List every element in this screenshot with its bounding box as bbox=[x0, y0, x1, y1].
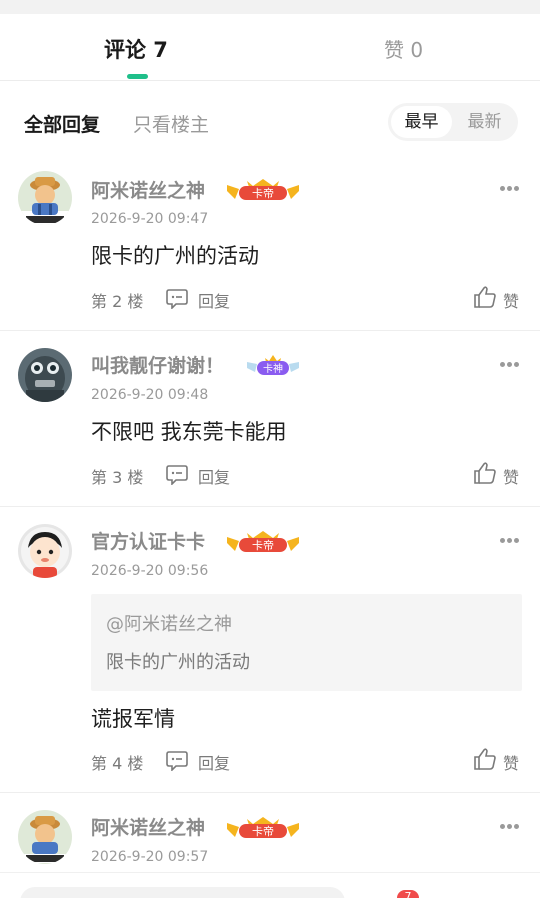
quoted-comment[interactable]: @阿米诺丝之神 限卡的广州的活动 bbox=[91, 594, 522, 691]
filter-owner-only[interactable]: 只看楼主 bbox=[133, 110, 209, 137]
reply-label: 回复 bbox=[198, 754, 231, 773]
rank-badge: 卡帝 bbox=[225, 529, 301, 555]
sort-earliest-button[interactable]: 最早 bbox=[391, 106, 452, 138]
more-options-icon[interactable] bbox=[500, 362, 520, 368]
username[interactable]: 阿米诺丝之神 bbox=[91, 813, 205, 840]
avatar[interactable] bbox=[18, 348, 72, 402]
like-label: 赞 bbox=[503, 292, 520, 311]
comment-text: 谎报军情 bbox=[91, 707, 175, 731]
svg-text:卡帝: 卡帝 bbox=[252, 186, 274, 200]
more-options-icon[interactable] bbox=[500, 824, 520, 830]
rank-badge: 卡神 bbox=[245, 352, 301, 378]
comment-item: 阿米诺丝之神 卡帝 2026-9-20 09:47 限卡的广州的活动 第 2 楼… bbox=[0, 155, 540, 331]
avatar[interactable] bbox=[18, 171, 72, 225]
filter-all-replies[interactable]: 全部回复 bbox=[24, 110, 100, 137]
thumbs-up-icon bbox=[474, 462, 496, 484]
sort-latest-button[interactable]: 最新 bbox=[454, 106, 515, 138]
svg-text:卡帝: 卡帝 bbox=[252, 538, 274, 552]
timestamp: 2026-9-20 09:48 bbox=[91, 387, 209, 403]
comment-text: 限卡的广州的活动 bbox=[91, 244, 259, 268]
timestamp: 2026-9-20 09:47 bbox=[91, 211, 209, 227]
svg-text:卡帝: 卡帝 bbox=[252, 824, 274, 838]
like-label: 赞 bbox=[503, 468, 520, 487]
comment-item: 叫我靓仔谢谢！ 卡神 2026-9-20 09:48 不限吧 我东莞卡能用 第 … bbox=[0, 331, 540, 507]
quoted-username[interactable]: @阿米诺丝之神 bbox=[106, 610, 232, 636]
floor-number: 第 3 楼 bbox=[91, 468, 144, 487]
comment-item: 阿米诺丝之神 卡帝 2026-9-20 09:57 bbox=[0, 793, 540, 873]
timestamp: 2026-9-20 09:57 bbox=[91, 849, 209, 865]
timestamp: 2026-9-20 09:56 bbox=[91, 563, 209, 579]
comment-count-badge: 7 bbox=[397, 890, 419, 898]
username[interactable]: 叫我靓仔谢谢！ bbox=[91, 351, 224, 378]
top-strip bbox=[0, 0, 540, 14]
username[interactable]: 官方认证卡卡 bbox=[91, 527, 205, 554]
more-options-icon[interactable] bbox=[500, 186, 520, 192]
avatar[interactable] bbox=[18, 524, 72, 578]
rank-badge: 卡帝 bbox=[225, 177, 301, 203]
reply-label: 回复 bbox=[198, 292, 231, 311]
thumbs-up-icon bbox=[474, 286, 496, 308]
reply-icon bbox=[166, 751, 188, 771]
like-label: 赞 bbox=[503, 754, 520, 773]
active-tab-indicator bbox=[127, 74, 148, 79]
reply-icon bbox=[166, 289, 188, 309]
svg-text:卡神: 卡神 bbox=[263, 362, 283, 375]
reply-icon bbox=[166, 465, 188, 485]
floor-number: 第 2 楼 bbox=[91, 292, 144, 311]
more-options-icon[interactable] bbox=[500, 538, 520, 544]
tab-likes[interactable]: 赞 0 bbox=[384, 34, 423, 63]
username[interactable]: 阿米诺丝之神 bbox=[91, 176, 205, 203]
comment-text: 不限吧 我东莞卡能用 bbox=[91, 420, 287, 444]
avatar[interactable] bbox=[18, 810, 72, 864]
bottom-bar: 7 bbox=[0, 872, 540, 898]
reply-label: 回复 bbox=[198, 468, 231, 487]
thumbs-up-icon bbox=[474, 748, 496, 770]
comment-input[interactable] bbox=[20, 887, 345, 898]
comment-tabs: 评论 7 赞 0 bbox=[0, 14, 540, 81]
rank-badge: 卡帝 bbox=[225, 815, 301, 841]
sort-toggle: 最早 最新 bbox=[388, 103, 518, 141]
floor-number: 第 4 楼 bbox=[91, 754, 144, 773]
tab-comments[interactable]: 评论 7 bbox=[104, 34, 168, 64]
filter-row: 全部回复 只看楼主 最早 最新 bbox=[0, 100, 540, 144]
comment-item: 官方认证卡卡 卡帝 2026-9-20 09:56 @阿米诺丝之神 限卡的广州的… bbox=[0, 507, 540, 793]
quoted-text: 限卡的广州的活动 bbox=[106, 652, 250, 673]
